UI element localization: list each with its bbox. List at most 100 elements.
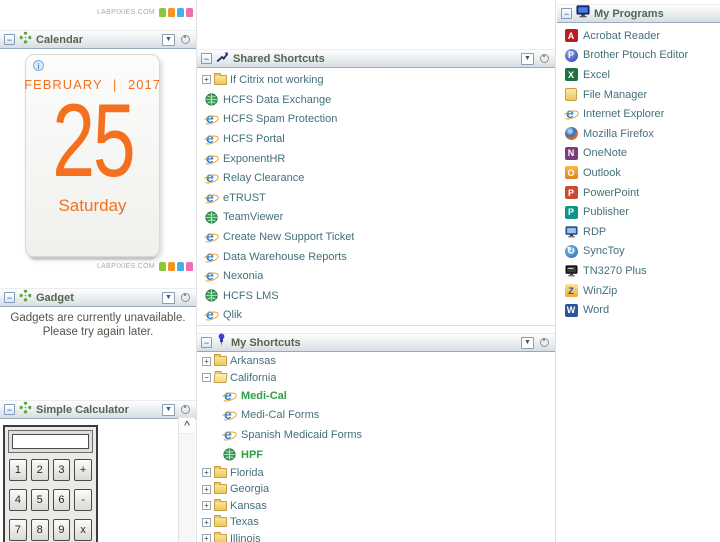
shortcut-link[interactable]: e Medi-Cal Forms (197, 406, 555, 426)
calculator-button[interactable]: + (74, 459, 92, 481)
shortcut-link[interactable]: RDP (557, 222, 720, 242)
expand-toggle[interactable]: + (202, 534, 211, 542)
expand-toggle[interactable]: − (202, 373, 211, 382)
collapse-button[interactable]: − (4, 404, 15, 415)
shortcut-link[interactable]: e Create New Support Ticket (197, 227, 555, 247)
dropdown-icon[interactable]: ▼ (162, 292, 175, 304)
shortcut-link[interactable]: X Excel (557, 65, 720, 85)
shortcut-link[interactable]: N OneNote (557, 144, 720, 164)
calculator-button[interactable]: 8 (31, 519, 49, 541)
expand-toggle[interactable]: + (202, 485, 211, 494)
folder-row[interactable]: + Kansas (197, 497, 555, 514)
calculator-button[interactable]: x (74, 519, 92, 541)
options-icon[interactable] (181, 293, 190, 302)
folder-icon (214, 468, 227, 478)
labpixies-link[interactable]: LABPIXIES.COM (97, 263, 155, 270)
expand-toggle[interactable]: + (202, 501, 211, 510)
expand-toggle[interactable]: + (202, 518, 211, 527)
shortcut-link[interactable]: e Spanish Medicaid Forms (197, 425, 555, 445)
calculator-button[interactable]: 7 (9, 519, 27, 541)
folder-label: If Citrix not working (230, 74, 324, 86)
expand-toggle[interactable]: + (202, 357, 211, 366)
collapse-button[interactable]: − (201, 337, 212, 348)
folder-icon (214, 501, 227, 511)
calculator-button[interactable]: 3 (53, 459, 71, 481)
calculator-button[interactable]: 6 (53, 489, 71, 511)
shortcut-link[interactable]: Z WinZip (557, 281, 720, 301)
calculator-button[interactable]: 4 (9, 489, 27, 511)
shortcut-link[interactable]: P PowerPoint (557, 183, 720, 203)
dropdown-icon[interactable]: ▼ (162, 404, 175, 416)
folder-row[interactable]: + Florida (197, 464, 555, 481)
shared-shortcuts-list: + If Citrix not working HCFS Data Exchan… (197, 68, 555, 326)
shortcut-link[interactable]: A Acrobat Reader (557, 26, 720, 46)
calculator-button[interactable]: 5 (31, 489, 49, 511)
shortcut-label: RDP (583, 226, 606, 238)
shortcut-link[interactable]: e Internet Explorer (557, 104, 720, 124)
shortcut-link[interactable]: e Relay Clearance (197, 168, 555, 188)
options-icon[interactable] (181, 405, 190, 414)
options-icon[interactable] (540, 54, 549, 63)
shortcut-link[interactable]: Mozilla Firefox (557, 124, 720, 144)
shortcut-link[interactable]: ↻ SyncToy (557, 242, 720, 262)
right-column: − My Programs A Acrobat Reader P Brother… (557, 0, 720, 542)
shortcut-link[interactable]: HCFS Data Exchange (197, 90, 555, 110)
dropdown-icon[interactable]: ▼ (521, 337, 534, 349)
shortcut-link[interactable]: O Outlook (557, 163, 720, 183)
shortcut-link[interactable]: e Medi-Cal (197, 386, 555, 406)
widget-title: My Programs (594, 8, 664, 20)
folder-row[interactable]: + If Citrix not working (197, 69, 555, 90)
info-icon[interactable]: i (33, 60, 44, 71)
folder-label: Texas (230, 516, 259, 528)
shortcut-link[interactable]: e Data Warehouse Reports (197, 247, 555, 267)
ie-icon: e (222, 408, 236, 422)
acrobat-icon: A (564, 29, 578, 43)
calculator-scrollbar[interactable]: ^ (178, 417, 195, 542)
shortcut-link[interactable]: HCFS LMS (197, 286, 555, 306)
expand-toggle[interactable]: + (202, 75, 211, 84)
collapse-button[interactable]: − (4, 292, 15, 303)
pixie-pink-icon (186, 262, 193, 271)
shortcut-link[interactable]: e eTRUST (197, 188, 555, 208)
folder-row[interactable]: + Arkansas (197, 353, 555, 370)
labpixies-banner: LABPIXIES.COM (97, 8, 193, 17)
collapse-button[interactable]: − (201, 53, 212, 64)
calculator-button[interactable]: 2 (31, 459, 49, 481)
expand-toggle[interactable]: + (202, 468, 211, 477)
shortcut-link[interactable]: e Nexonia (197, 266, 555, 286)
shortcut-label: ExponentHR (223, 153, 285, 165)
collapse-button[interactable]: − (4, 34, 15, 45)
my-shortcuts-list: + Arkansas − California e Medi-Cal e Med… (197, 352, 555, 542)
scroll-up-arrow[interactable]: ^ (179, 418, 195, 434)
gadget-unavailable-message: Gadgets are currently unavailable. Pleas… (3, 311, 193, 340)
calculator-button[interactable]: 1 (9, 459, 27, 481)
shortcut-link[interactable]: W Word (557, 300, 720, 320)
shortcut-link[interactable]: e HCFS Portal (197, 129, 555, 149)
collapse-button[interactable]: − (561, 8, 572, 19)
shortcut-link[interactable]: e Qlik (197, 306, 555, 326)
ie-icon: e (204, 191, 218, 205)
folder-row[interactable]: + Illinois (197, 530, 555, 542)
shortcut-link[interactable]: e ExponentHR (197, 149, 555, 169)
shortcut-link[interactable]: P Brother Ptouch Editor (557, 46, 720, 66)
folder-row[interactable]: + Georgia (197, 481, 555, 498)
calculator-button[interactable]: 9 (53, 519, 71, 541)
dropdown-icon[interactable]: ▼ (521, 53, 534, 65)
options-icon[interactable] (181, 35, 190, 44)
shortcut-link[interactable]: P Publisher (557, 202, 720, 222)
outlook-icon: O (564, 166, 578, 180)
folder-icon (214, 517, 227, 527)
calculator-button[interactable]: - (74, 489, 92, 511)
shortcut-link[interactable]: HPF (197, 445, 555, 465)
shortcut-link[interactable]: e HCFS Spam Protection (197, 110, 555, 130)
calculator-display[interactable] (12, 434, 89, 449)
shortcut-link[interactable]: File Manager (557, 85, 720, 105)
pushpin-icon (216, 333, 227, 352)
options-icon[interactable] (540, 338, 549, 347)
shortcut-link[interactable]: TeamViewer (197, 208, 555, 228)
folder-row[interactable]: − California (197, 370, 555, 387)
dropdown-icon[interactable]: ▼ (162, 34, 175, 46)
shortcut-link[interactable]: TN3270 Plus (557, 261, 720, 281)
labpixies-link[interactable]: LABPIXIES.COM (97, 9, 155, 16)
folder-row[interactable]: + Texas (197, 514, 555, 531)
